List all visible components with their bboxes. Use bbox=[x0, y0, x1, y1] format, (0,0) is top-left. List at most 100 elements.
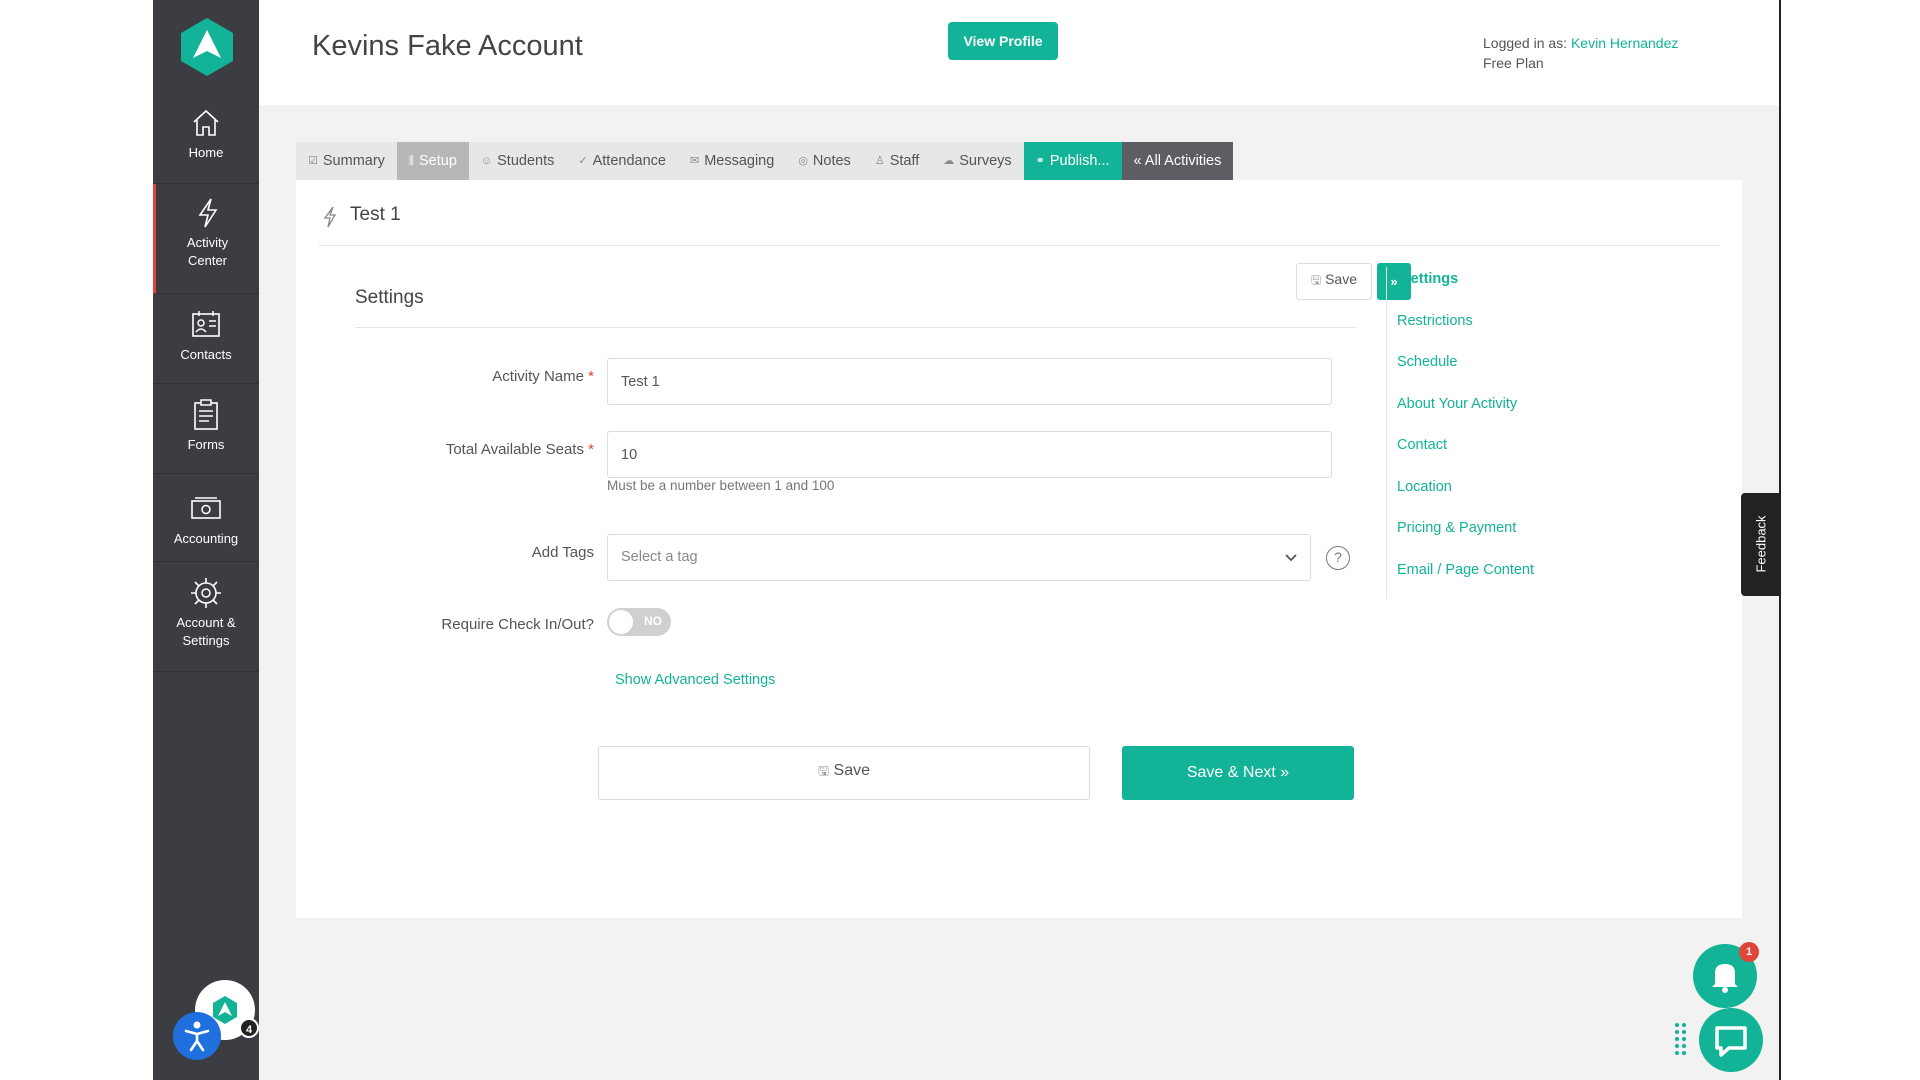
tags-placeholder: Select a tag bbox=[621, 549, 698, 565]
checkin-label: Require Check In/Out? bbox=[441, 616, 594, 633]
settings-title: Settings bbox=[355, 287, 424, 308]
sliders-icon: ⫼ bbox=[408, 155, 414, 167]
save-button[interactable]: 🖫 Save bbox=[598, 746, 1090, 800]
link-icon: ⚭ bbox=[1035, 155, 1045, 167]
section-link-pricing[interactable]: Pricing & Payment bbox=[1397, 516, 1626, 558]
lightning-icon bbox=[197, 198, 217, 228]
activity-title: Test 1 bbox=[350, 204, 401, 225]
accessibility-button[interactable] bbox=[173, 1012, 221, 1060]
gear-icon bbox=[191, 578, 221, 608]
sidebar-item-contacts[interactable]: Contacts bbox=[153, 294, 259, 384]
help-icon[interactable]: ? bbox=[1326, 546, 1350, 570]
page-header: Kevins Fake Account View Profile Logged … bbox=[259, 0, 1779, 105]
logged-in-prefix: Logged in as: bbox=[1483, 35, 1568, 51]
save-next-button[interactable]: Save & Next » bbox=[1122, 746, 1354, 800]
sidebar-item-home[interactable]: Home bbox=[153, 96, 259, 184]
notifications-badge: 1 bbox=[1739, 942, 1759, 962]
sidebar-item-label: Forms bbox=[187, 437, 225, 452]
sidebar-item-label: Account & Settings bbox=[176, 615, 236, 648]
show-advanced-settings-link[interactable]: Show Advanced Settings bbox=[615, 672, 775, 688]
sidebar-item-label: Activity Center bbox=[186, 235, 229, 268]
tab-label: Staff bbox=[889, 153, 920, 169]
seats-help-text: Must be a number between 1 and 100 bbox=[607, 478, 835, 493]
tab-label: Publish... bbox=[1049, 153, 1110, 169]
tab-label: Attendance bbox=[592, 153, 666, 169]
clipboard-icon bbox=[194, 399, 218, 430]
save-icon: 🖫 bbox=[818, 763, 830, 778]
cloud-icon: ☁ bbox=[943, 155, 955, 167]
tab-all-activities[interactable]: « All Activities bbox=[1121, 142, 1234, 180]
tab-staff[interactable]: ♙ Staff bbox=[862, 142, 932, 180]
section-link-schedule[interactable]: Schedule bbox=[1397, 350, 1626, 392]
sidebar-item-activity-center[interactable]: Activity Center bbox=[153, 184, 259, 294]
required-mark: * bbox=[588, 368, 594, 385]
app-logo[interactable] bbox=[179, 16, 235, 78]
feedback-tab[interactable]: Feedback bbox=[1741, 493, 1779, 596]
check-icon: ✓ bbox=[578, 155, 588, 167]
divider bbox=[355, 327, 1356, 328]
tab-label: Notes bbox=[812, 153, 851, 169]
tab-messaging[interactable]: ✉ Messaging bbox=[677, 142, 787, 180]
sidebar-item-account-settings[interactable]: Account & Settings bbox=[153, 562, 259, 672]
tab-attendance[interactable]: ✓ Attendance bbox=[566, 142, 678, 180]
tab-notes[interactable]: ◎ Notes bbox=[786, 142, 863, 180]
plan-label: Free Plan bbox=[1483, 55, 1544, 71]
section-link-contact[interactable]: Contact bbox=[1397, 433, 1626, 475]
account-title: Kevins Fake Account bbox=[312, 30, 583, 62]
tab-summary[interactable]: ☑ Summary bbox=[296, 142, 397, 180]
tab-publish[interactable]: ⚭ Publish... bbox=[1023, 142, 1122, 180]
contacts-icon bbox=[192, 311, 220, 337]
envelope-icon: ✉ bbox=[689, 155, 700, 167]
lightning-icon bbox=[323, 206, 337, 228]
activity-header: Test 1 bbox=[318, 202, 1720, 246]
tab-label: « All Activities bbox=[1133, 153, 1222, 169]
save-label: Save bbox=[833, 762, 870, 779]
section-link-settings[interactable]: Settings bbox=[1397, 267, 1626, 309]
label-text: Total Available Seats bbox=[445, 441, 584, 458]
activity-tabs: ☑ Summary ⫼ Setup ☺ Students ✓ Attendance ✉ M… bbox=[296, 142, 1234, 180]
seats-label: Total Available Seats * bbox=[446, 441, 594, 458]
sidebar-item-label: Home bbox=[188, 145, 224, 160]
checkbox-icon: ☑ bbox=[308, 155, 318, 167]
app-frame: Home Activity Center Contacts Forms Acco… bbox=[153, 0, 1781, 1080]
seats-input[interactable] bbox=[607, 431, 1332, 478]
tab-students[interactable]: ☺ Students bbox=[468, 142, 567, 180]
feedback-label: Feedback bbox=[1753, 515, 1769, 573]
section-link-location[interactable]: Location bbox=[1397, 475, 1626, 517]
save-button-top[interactable]: 🖫 Save bbox=[1296, 263, 1372, 300]
tab-label: Setup bbox=[418, 153, 457, 169]
sidebar-item-forms[interactable]: Forms bbox=[153, 384, 259, 474]
sidebar: Home Activity Center Contacts Forms Acco… bbox=[153, 0, 259, 1080]
view-profile-button[interactable]: View Profile bbox=[948, 22, 1058, 60]
section-link-restrictions[interactable]: Restrictions bbox=[1397, 309, 1626, 351]
tab-label: Surveys bbox=[959, 153, 1012, 169]
required-mark: * bbox=[588, 441, 594, 458]
sidebar-item-label: Contacts bbox=[180, 347, 232, 362]
settings-section-nav: Settings Restrictions Schedule About You… bbox=[1386, 267, 1626, 599]
section-link-about[interactable]: About Your Activity bbox=[1397, 392, 1626, 434]
tab-label: Summary bbox=[322, 153, 385, 169]
chevron-down-icon bbox=[1285, 554, 1297, 562]
chat-button[interactable] bbox=[1699, 1008, 1763, 1072]
avatar-badge: 4 bbox=[239, 1018, 259, 1038]
label-text: Activity Name bbox=[492, 368, 584, 385]
tags-label: Add Tags bbox=[531, 544, 594, 561]
toggle-state-label: NO bbox=[644, 614, 662, 628]
activity-name-input[interactable] bbox=[607, 358, 1332, 405]
user-name-link[interactable]: Kevin Hernandez bbox=[1571, 35, 1678, 51]
tab-surveys[interactable]: ☁ Surveys bbox=[931, 142, 1024, 180]
save-icon: 🖫 bbox=[1310, 273, 1322, 287]
sidebar-item-accounting[interactable]: Accounting bbox=[153, 474, 259, 562]
save-label: Save bbox=[1325, 271, 1358, 287]
sidebar-item-label: Accounting bbox=[173, 531, 239, 546]
note-icon: ◎ bbox=[798, 155, 808, 167]
checkin-toggle[interactable]: NO bbox=[607, 608, 671, 636]
section-link-email-content[interactable]: Email / Page Content bbox=[1397, 558, 1626, 600]
tab-setup[interactable]: ⫼ Setup bbox=[396, 142, 469, 180]
tags-select[interactable]: Select a tag bbox=[607, 534, 1311, 581]
grip-icon[interactable] bbox=[1674, 1022, 1688, 1056]
tab-label: Students bbox=[497, 153, 555, 169]
home-icon bbox=[193, 109, 219, 136]
chat-icon bbox=[1715, 1026, 1747, 1057]
toggle-knob bbox=[609, 610, 633, 634]
